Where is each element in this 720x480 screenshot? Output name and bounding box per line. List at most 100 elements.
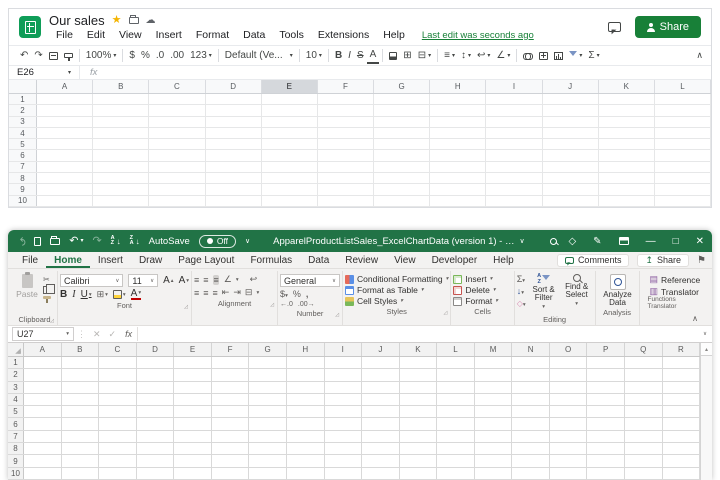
- cell-O6[interactable]: [549, 418, 588, 430]
- cell-G4[interactable]: [374, 127, 431, 139]
- print-button[interactable]: [46, 47, 61, 64]
- cell-B2[interactable]: [61, 369, 100, 381]
- cell-D4[interactable]: [136, 393, 175, 406]
- comma-style-button[interactable]: ,: [306, 289, 309, 299]
- italic-button[interactable]: I: [345, 47, 354, 64]
- collapse-ribbon-button[interactable]: ∧: [692, 314, 698, 323]
- cell-I3[interactable]: [324, 381, 363, 393]
- autosum-button[interactable]: Σ▾: [517, 274, 526, 284]
- cell-D7[interactable]: [205, 161, 262, 173]
- cell-N1[interactable]: [512, 357, 550, 369]
- cell-B8[interactable]: [61, 443, 100, 455]
- cell-M7[interactable]: [474, 430, 513, 443]
- column-header-M[interactable]: M: [475, 343, 513, 356]
- cell-A9[interactable]: [37, 184, 94, 195]
- cell-C3[interactable]: [149, 116, 206, 127]
- search-icon[interactable]: [549, 237, 557, 245]
- comment-history-icon[interactable]: [607, 22, 621, 32]
- cell-A6[interactable]: [37, 150, 94, 161]
- orientation-button[interactable]: ∠: [224, 274, 232, 285]
- analyze-data-button[interactable]: Analyze Data: [598, 272, 638, 307]
- cell-H10[interactable]: [430, 195, 487, 206]
- cell-F5[interactable]: [317, 139, 375, 150]
- column-header-I[interactable]: I: [325, 343, 363, 356]
- bottom-align-button[interactable]: ≡: [212, 274, 219, 285]
- cell-G10[interactable]: [249, 467, 287, 479]
- cell-G4[interactable]: [249, 393, 287, 406]
- cell-L6[interactable]: [654, 150, 712, 161]
- row-header-9[interactable]: 9: [8, 455, 24, 467]
- cell-L1[interactable]: [437, 357, 475, 369]
- cell-I10[interactable]: [486, 195, 543, 206]
- cell-I9[interactable]: [324, 455, 363, 467]
- column-header-B[interactable]: B: [93, 80, 150, 93]
- column-header-F[interactable]: F: [212, 343, 250, 356]
- text-rotation-button[interactable]: ∠ ▾: [493, 47, 513, 64]
- dialog-launcher-icon[interactable]: ◿: [335, 312, 339, 318]
- ribbon-tab[interactable]: Data: [300, 252, 337, 268]
- cell-G6[interactable]: [374, 150, 431, 161]
- column-header-D[interactable]: D: [137, 343, 175, 356]
- cell-H5[interactable]: [286, 406, 325, 418]
- number-format-select[interactable]: General ∨: [280, 274, 341, 287]
- cell-C1[interactable]: [99, 357, 137, 369]
- cell-J6[interactable]: [362, 418, 400, 430]
- row-header-10[interactable]: 10: [8, 467, 24, 479]
- cell-J7[interactable]: [362, 430, 400, 443]
- cell-D10[interactable]: [136, 467, 175, 479]
- cell-E10[interactable]: [174, 467, 212, 479]
- cell-B1[interactable]: [61, 357, 100, 369]
- column-header-L[interactable]: L: [655, 80, 712, 93]
- cell-C9[interactable]: [99, 455, 137, 467]
- cell-B2[interactable]: [93, 105, 150, 116]
- cell-G1[interactable]: [374, 94, 431, 105]
- vertical-align-button[interactable]: ↕ ▾: [458, 47, 474, 64]
- cell-L3[interactable]: [437, 381, 475, 393]
- cell-I4[interactable]: [486, 127, 543, 139]
- sort-filter-button[interactable]: AZ Sort & Filter ▾: [529, 272, 559, 311]
- cell-R4[interactable]: [662, 393, 701, 406]
- cell-K9[interactable]: [598, 184, 655, 195]
- cell-H9[interactable]: [430, 184, 487, 195]
- cell-F4[interactable]: [211, 393, 250, 406]
- column-header-G[interactable]: G: [374, 80, 431, 93]
- dialog-launcher-icon[interactable]: ◿: [270, 302, 274, 308]
- cell-A7[interactable]: [24, 430, 62, 443]
- column-header-H[interactable]: H: [430, 80, 487, 93]
- column-header-K[interactable]: K: [400, 343, 438, 356]
- ribbon-button[interactable]: Format ▾: [453, 296, 511, 306]
- font-color-button[interactable]: A ▾: [130, 289, 142, 300]
- find-select-button[interactable]: Find & Select ▾: [562, 272, 592, 308]
- cell-R3[interactable]: [662, 381, 701, 393]
- menu-item[interactable]: View: [112, 29, 149, 41]
- select-all-corner[interactable]: [9, 80, 37, 93]
- cell-B3[interactable]: [61, 381, 100, 393]
- enter-button[interactable]: ✓: [105, 329, 121, 340]
- cell-I1[interactable]: [486, 94, 543, 105]
- borders-button[interactable]: ⊞: [400, 47, 414, 64]
- fill-color-button[interactable]: [386, 47, 400, 64]
- copy-icon[interactable]: [43, 284, 55, 294]
- cell-D2[interactable]: [136, 369, 175, 381]
- middle-align-button[interactable]: ≡: [203, 275, 208, 285]
- cell-L8[interactable]: [654, 173, 712, 184]
- cell-H3[interactable]: [430, 116, 487, 127]
- number-format-menu[interactable]: 123 ▾: [187, 47, 215, 64]
- cell-E8[interactable]: [174, 443, 212, 455]
- cell-N9[interactable]: [512, 455, 550, 467]
- cell-Q1[interactable]: [625, 357, 663, 369]
- horizontal-align-button[interactable]: ≡ ▾: [441, 47, 458, 64]
- cell-F7[interactable]: [211, 430, 250, 443]
- cell-E3[interactable]: [174, 381, 212, 393]
- namebox-resize-handle[interactable]: ⋮: [74, 329, 89, 340]
- cell-G1[interactable]: [249, 357, 287, 369]
- dialog-launcher-icon[interactable]: ◿: [50, 318, 54, 324]
- ribbon-tab[interactable]: Help: [485, 252, 522, 268]
- increase-decimal-button[interactable]: .00: [167, 47, 187, 64]
- align-left-button[interactable]: ≡: [194, 288, 199, 298]
- cell-F3[interactable]: [317, 116, 375, 127]
- ribbon-button[interactable]: Format as Table ▾: [345, 285, 448, 295]
- cell-N10[interactable]: [512, 467, 550, 479]
- menu-item[interactable]: Help: [376, 29, 412, 41]
- cell-G5[interactable]: [374, 139, 431, 150]
